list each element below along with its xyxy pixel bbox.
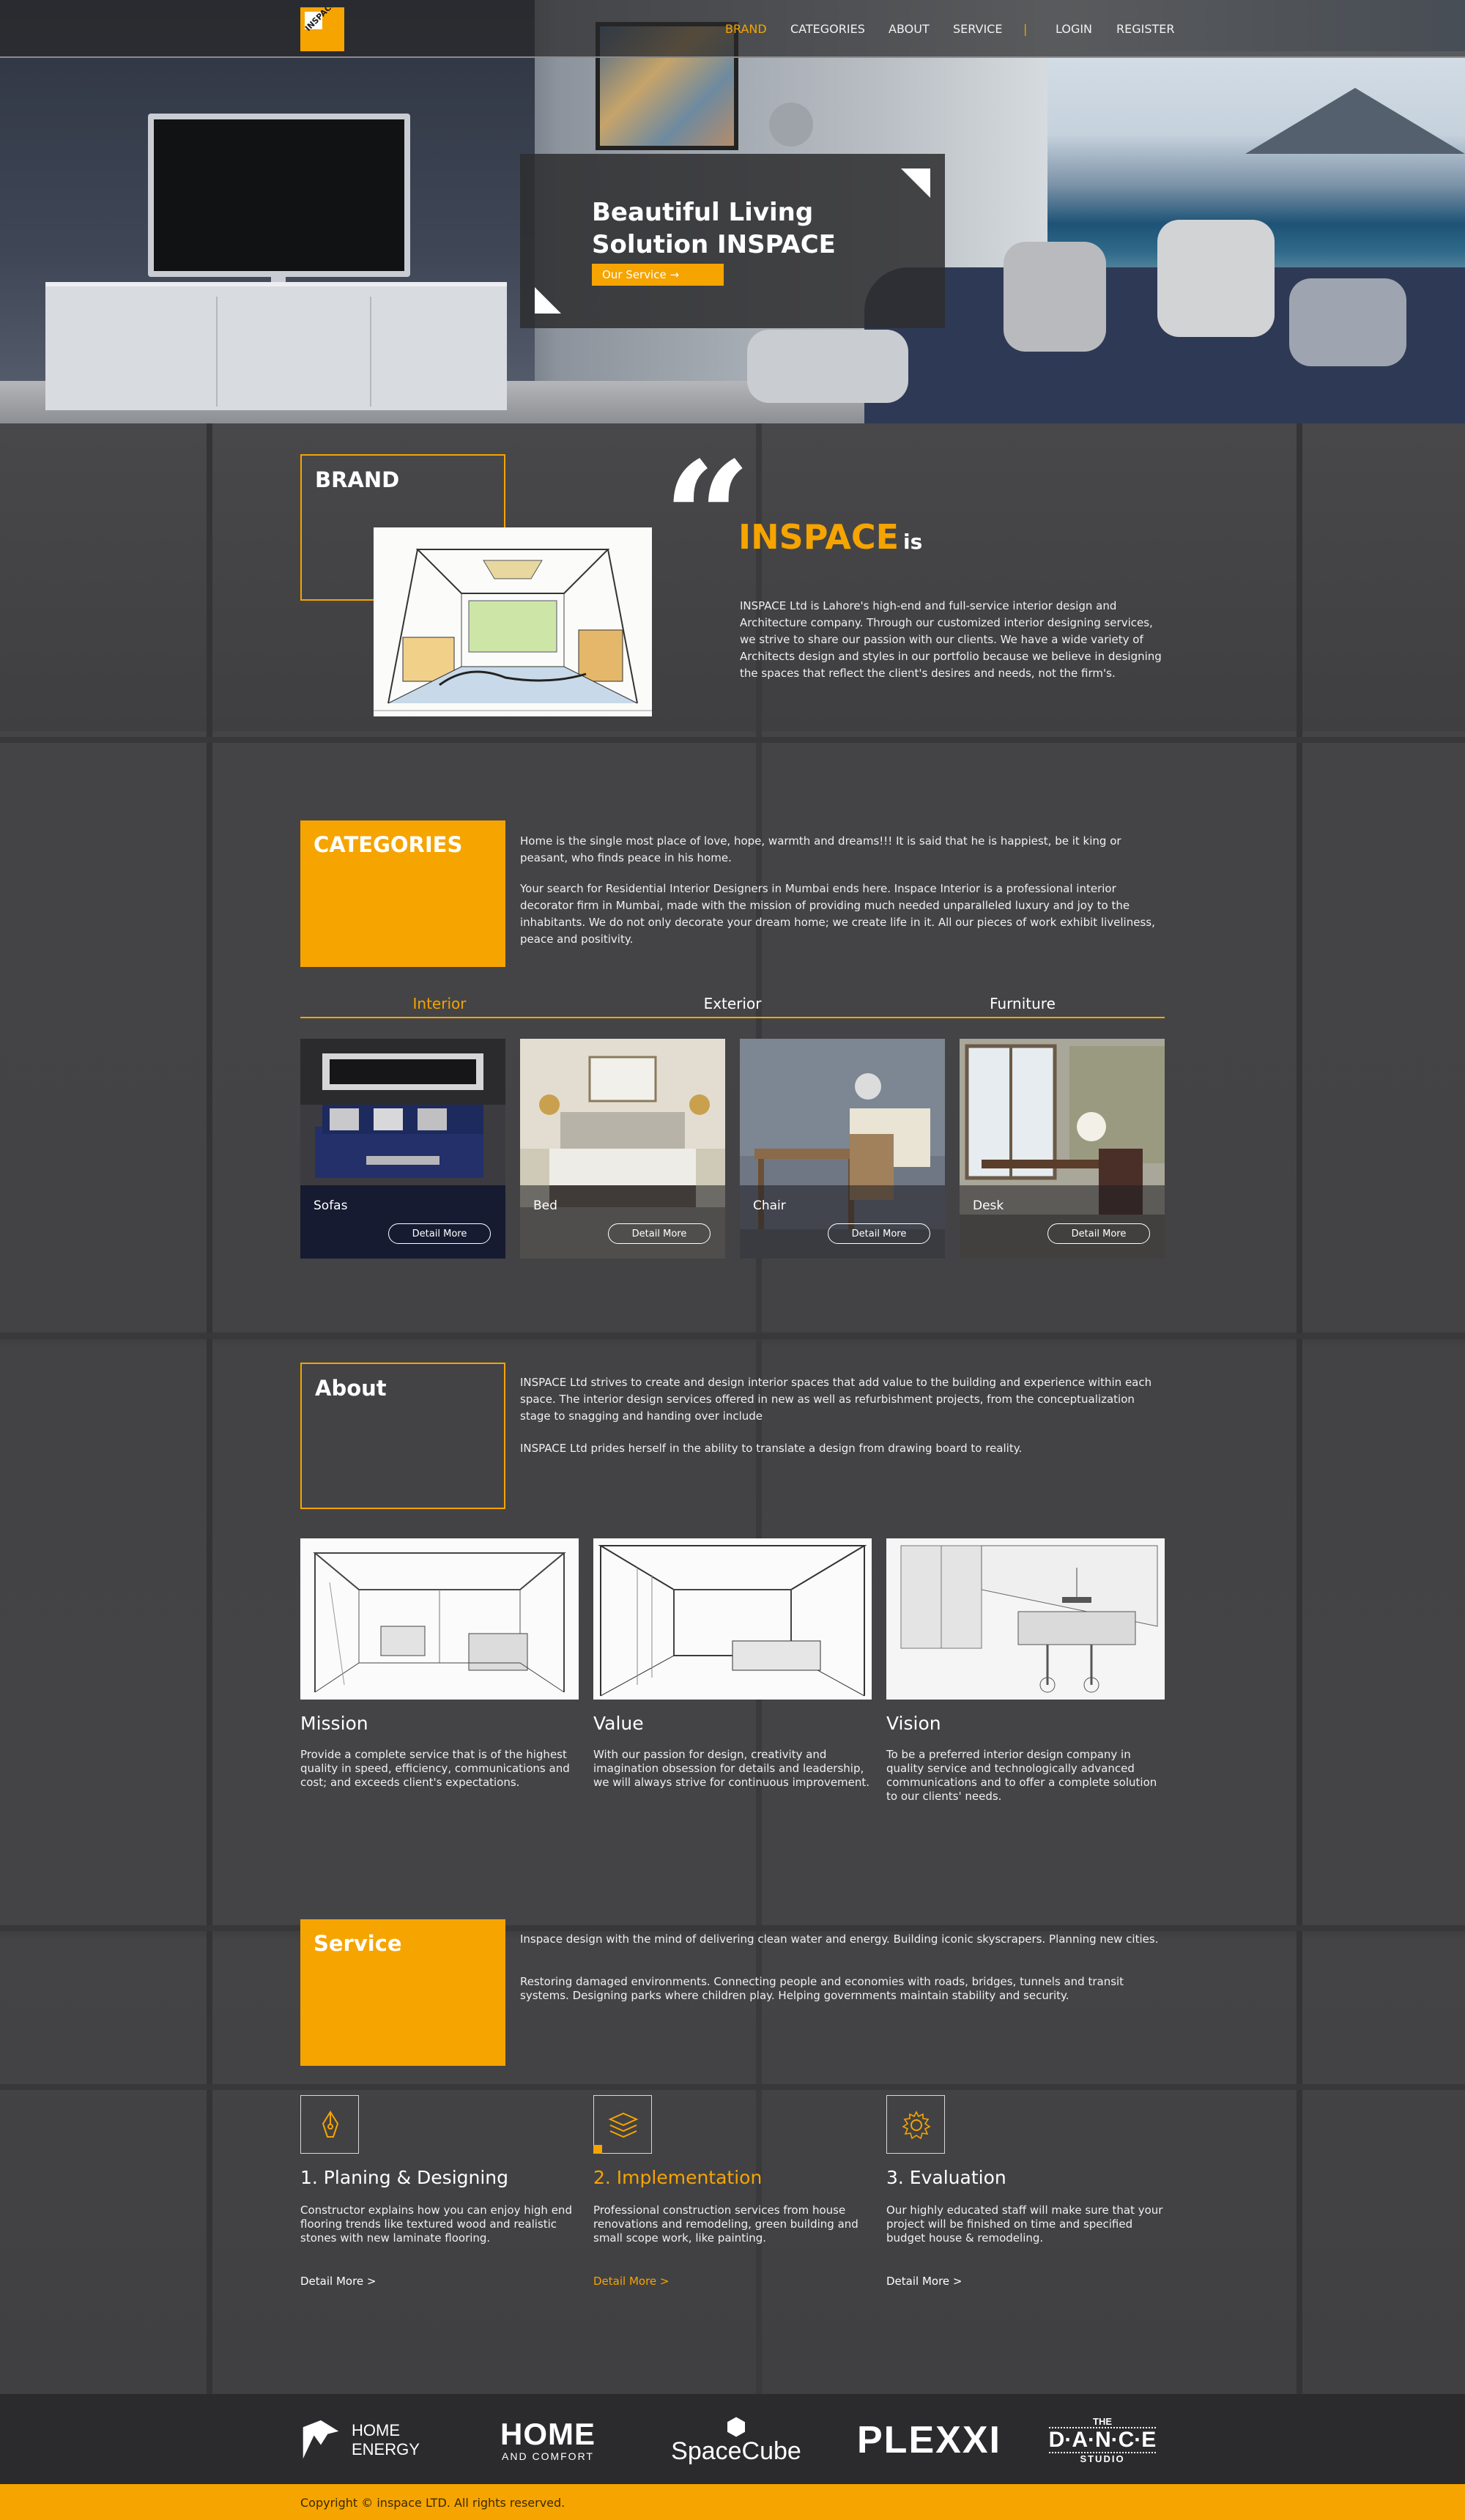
service-title-evaluation: 3. Evaluation [886, 2167, 1006, 2188]
tab-exterior[interactable]: Exterior [659, 995, 806, 1012]
hero-tv [148, 114, 410, 277]
category-tabs: Interior Exterior Furniture [300, 995, 1165, 1018]
mission-sketch-image [300, 1538, 579, 1700]
about-description: INSPACE Ltd strives to create and design… [520, 1376, 1152, 1423]
brand-heading: INSPACE is [738, 517, 923, 557]
mission-title: Mission [300, 1713, 368, 1734]
footer: Copyright © inspace LTD. All rights rese… [0, 2484, 1465, 2520]
category-card-chair[interactable]: Chair Detail More [740, 1039, 945, 1259]
copyright-text: Copyright © inspace LTD. All rights rese… [300, 2496, 565, 2510]
section-title: About [315, 1376, 387, 1401]
nav-categories[interactable]: CATEGORIES [790, 22, 865, 36]
brand-logo[interactable]: INSPACE [300, 7, 344, 51]
service-text-implementation: Professional construction services from … [593, 2204, 858, 2245]
categories-intro: Home is the single most place of love, h… [520, 834, 1121, 864]
service-title-implementation: 2. Implementation [593, 2167, 763, 2188]
partner-logo-dance-studio[interactable]: THE D·A·N·C·E STUDIO [1040, 2416, 1165, 2464]
value-title: Value [593, 1713, 644, 1734]
service-text-planning: Constructor explains how you can enjoy h… [300, 2204, 572, 2245]
partner-logo-spacecube[interactable]: SpaceCube [671, 2416, 801, 2464]
nav-service[interactable]: SERVICE [953, 22, 1002, 36]
section-title: CATEGORIES [314, 832, 463, 857]
vision-title: Vision [886, 1713, 941, 1734]
corner-decoration [535, 287, 561, 314]
detail-more-button[interactable]: Detail More [1047, 1223, 1150, 1244]
hero-title: Beautiful Living Solution INSPACE [592, 198, 836, 259]
implementation-detail-more-link[interactable]: Detail More > [593, 2275, 669, 2288]
hero-lamp [769, 103, 813, 147]
detail-more-button[interactable]: Detail More [608, 1223, 711, 1244]
vision-sketch-image [886, 1538, 1165, 1700]
tab-furniture[interactable]: Furniture [949, 995, 1096, 1012]
category-card-sofas[interactable]: Sofas Detail More [300, 1039, 505, 1259]
card-title: Chair [753, 1198, 786, 1213]
section-title: BRAND [315, 467, 400, 492]
service-text-evaluation: Our highly educated staff will make sure… [886, 2204, 1163, 2245]
vision-text: To be a preferred interior design compan… [886, 1748, 1157, 1803]
cube-icon [727, 2417, 745, 2437]
hero-cabinet [45, 282, 507, 410]
nav-about[interactable]: ABOUT [889, 22, 930, 36]
categories-description: Your search for Residential Interior Des… [520, 882, 1155, 946]
card-title: Desk [973, 1198, 1004, 1213]
service-label-box: Service [300, 1919, 505, 2066]
evaluation-detail-more-link[interactable]: Detail More > [886, 2275, 962, 2288]
category-card-desk[interactable]: Desk Detail More [960, 1039, 1165, 1259]
nav-separator: | [1023, 22, 1028, 36]
categories-label-box: CATEGORIES [300, 820, 505, 967]
hero-banner: Beautiful Living Solution INSPACE Our Se… [0, 0, 1465, 423]
nav-register[interactable]: REGISTER [1116, 22, 1175, 36]
partner-logos-strip: HOME ENERGY HOME AND COMFORT SpaceCube P… [0, 2394, 1465, 2484]
brand-description: INSPACE Ltd is Lahore's high-end and ful… [740, 599, 1162, 680]
our-service-button[interactable]: Our Service → [592, 264, 724, 286]
top-navigation: INSPACE BRAND CATEGORIES ABOUT SERVICE |… [0, 0, 1465, 58]
card-title: Sofas [314, 1198, 348, 1213]
corner-decoration [901, 168, 930, 198]
layers-icon [593, 2095, 652, 2154]
gear-icon [886, 2095, 945, 2154]
hero-mountain [1245, 88, 1465, 154]
planning-detail-more-link[interactable]: Detail More > [300, 2275, 376, 2288]
pen-nib-icon [300, 2095, 359, 2154]
detail-more-button[interactable]: Detail More [828, 1223, 930, 1244]
value-text: With our passion for design, creativity … [593, 1748, 870, 1789]
brand-sketch-image [374, 527, 652, 716]
partner-logo-home-energy[interactable]: HOME ENERGY [300, 2416, 425, 2464]
hero-card: Beautiful Living Solution INSPACE Our Se… [520, 154, 945, 328]
service-intro: Inspace design with the mind of deliveri… [520, 1932, 1159, 1946]
partner-logo-plexxi[interactable]: PLEXXI [857, 2416, 1000, 2464]
home-energy-icon [303, 2420, 339, 2459]
value-sketch-image [593, 1538, 872, 1700]
partner-logo-home-comfort[interactable]: HOME AND COMFORT [497, 2416, 599, 2464]
card-title: Bed [533, 1198, 557, 1213]
tab-interior[interactable]: Interior [366, 995, 513, 1012]
about-label-box: About [300, 1363, 505, 1509]
service-description: Restoring damaged environments. Connecti… [520, 1975, 1124, 2002]
nav-login[interactable]: LOGIN [1056, 22, 1092, 36]
category-card-bed[interactable]: Bed Detail More [520, 1039, 725, 1259]
service-title-planning: 1. Planing & Designing [300, 2167, 509, 2188]
detail-more-button[interactable]: Detail More [388, 1223, 491, 1244]
nav-brand[interactable]: BRAND [725, 22, 767, 36]
about-tagline: INSPACE Ltd prides herself in the abilit… [520, 1442, 1023, 1455]
mission-text: Provide a complete service that is of th… [300, 1748, 570, 1789]
section-title: Service [314, 1931, 402, 1956]
